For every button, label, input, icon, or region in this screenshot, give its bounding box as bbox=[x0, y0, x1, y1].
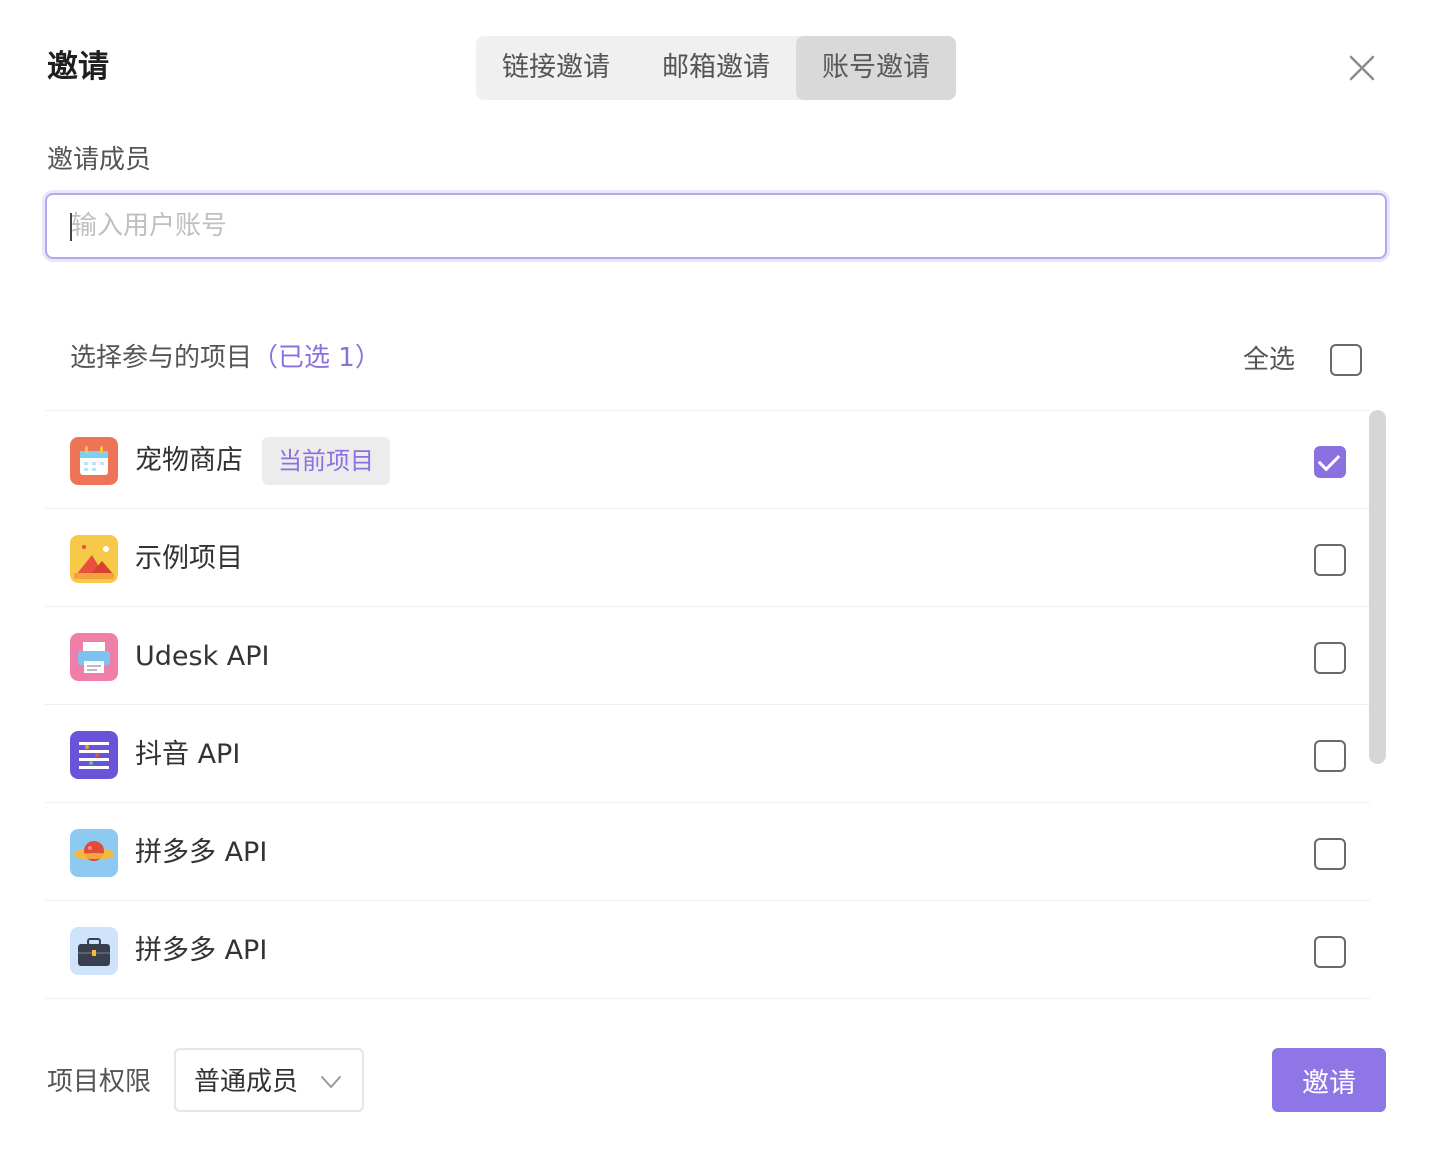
project-list: 宠物商店 当前项目 示例项目 Udesk API 抖音 API 拼多多 API … bbox=[45, 410, 1370, 1000]
project-row[interactable]: 拼多多 API bbox=[45, 803, 1370, 901]
project-row[interactable]: 抖音 API bbox=[45, 705, 1370, 803]
printer-icon bbox=[70, 633, 118, 681]
projects-heading-text: 选择参与的项目 bbox=[70, 343, 253, 373]
project-list-scrollbar[interactable] bbox=[1369, 410, 1386, 764]
select-all-checkbox[interactable] bbox=[1330, 344, 1362, 376]
project-name: Udesk API bbox=[135, 641, 270, 672]
dialog-title: 邀请 bbox=[47, 49, 109, 85]
project-row[interactable]: 示例项目 bbox=[45, 509, 1370, 607]
current-project-tag: 当前项目 bbox=[262, 437, 390, 485]
projects-heading: 选择参与的项目（已选 1） bbox=[70, 338, 381, 378]
invite-dialog: 邀请 链接邀请 邮箱邀请 账号邀请 邀请成员 选择参与的项目（已选 1） 全选 bbox=[0, 0, 1430, 1156]
permission-select[interactable]: 普通成员 bbox=[174, 1048, 364, 1112]
text-caret bbox=[70, 213, 72, 241]
selected-count: （已选 1） bbox=[252, 343, 381, 373]
tab-link-invite[interactable]: 链接邀请 bbox=[476, 36, 636, 100]
tab-account-invite[interactable]: 账号邀请 bbox=[796, 36, 956, 100]
mountain-icon bbox=[70, 535, 118, 583]
project-checkbox[interactable] bbox=[1314, 838, 1346, 870]
calendar-icon bbox=[70, 437, 118, 485]
project-checkbox[interactable] bbox=[1314, 936, 1346, 968]
invite-button[interactable]: 邀请 bbox=[1272, 1048, 1386, 1112]
planet-icon bbox=[70, 829, 118, 877]
tab-email-invite[interactable]: 邮箱邀请 bbox=[636, 36, 796, 100]
project-name: 示例项目 bbox=[135, 543, 243, 574]
permission-label: 项目权限 bbox=[47, 1067, 152, 1097]
project-checkbox[interactable] bbox=[1314, 642, 1346, 674]
project-checkbox[interactable] bbox=[1314, 544, 1346, 576]
close-icon[interactable] bbox=[1342, 48, 1382, 88]
members-label: 邀请成员 bbox=[47, 145, 152, 175]
select-all-label: 全选 bbox=[1243, 345, 1296, 375]
project-row[interactable]: 拼多多 API bbox=[45, 901, 1370, 999]
briefcase-icon bbox=[70, 927, 118, 975]
chevron-down-icon bbox=[319, 1072, 343, 1092]
project-row[interactable]: 宠物商店 当前项目 bbox=[45, 411, 1370, 509]
invite-mode-tabs: 链接邀请 邮箱邀请 账号邀请 bbox=[476, 36, 956, 100]
account-input[interactable] bbox=[47, 195, 1385, 257]
project-name: 拼多多 API bbox=[135, 837, 268, 868]
account-input-wrapper bbox=[45, 193, 1387, 259]
project-name: 抖音 API bbox=[135, 739, 241, 770]
project-name: 拼多多 API bbox=[135, 935, 268, 966]
project-row[interactable]: Udesk API bbox=[45, 607, 1370, 705]
project-checkbox[interactable] bbox=[1314, 446, 1346, 478]
list-icon bbox=[70, 731, 118, 779]
permission-value: 普通成员 bbox=[194, 1067, 299, 1097]
project-name: 宠物商店 bbox=[135, 445, 243, 476]
project-checkbox[interactable] bbox=[1314, 740, 1346, 772]
